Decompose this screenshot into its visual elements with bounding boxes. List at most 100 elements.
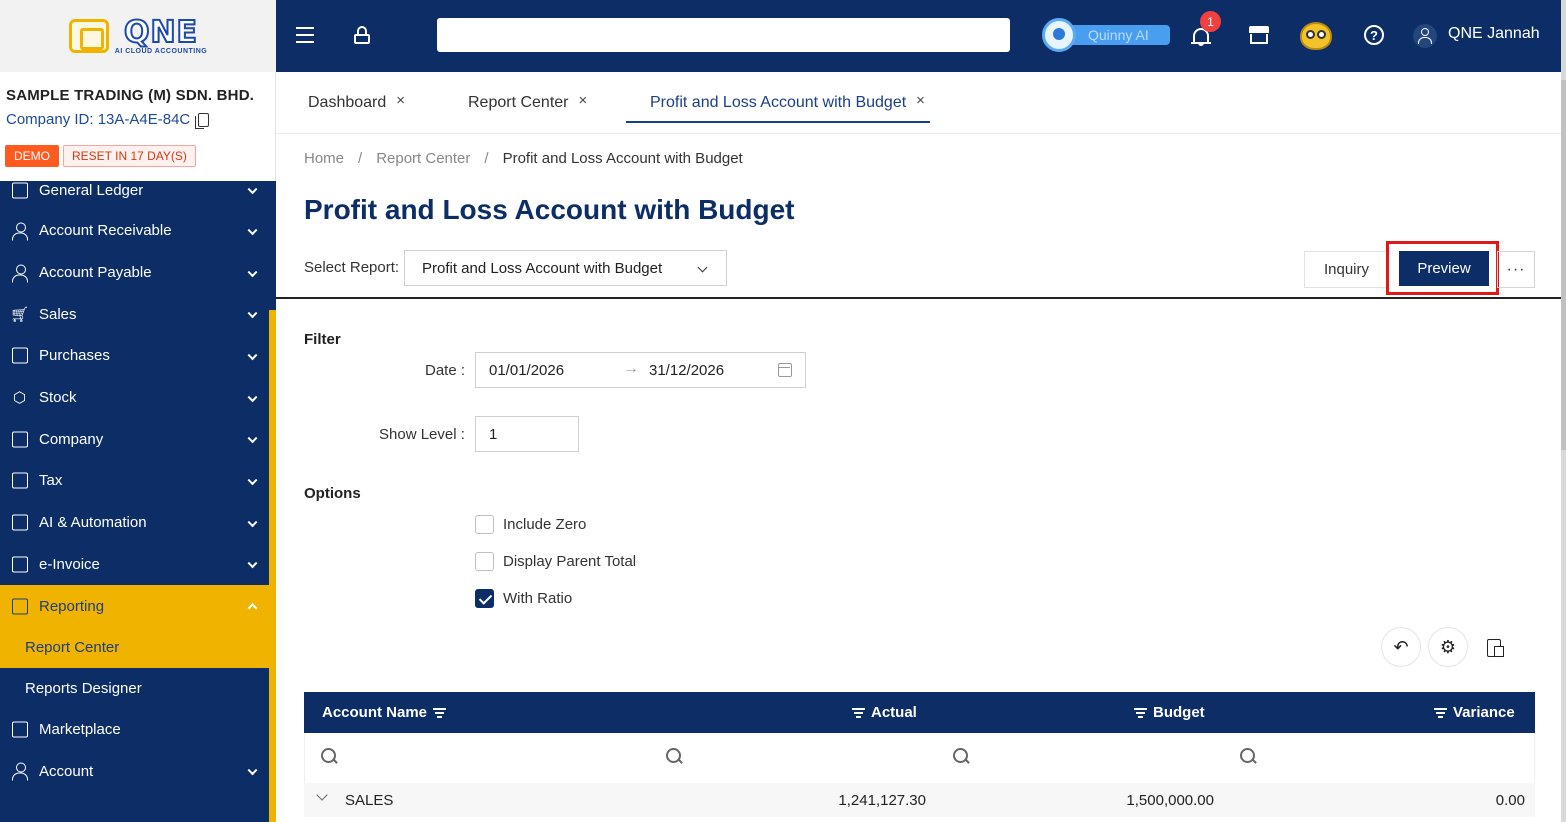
calendar-icon[interactable]: [778, 363, 792, 377]
tab-report-center[interactable]: Report Center ×: [468, 92, 588, 112]
search-icon[interactable]: [666, 748, 683, 765]
with-ratio-option[interactable]: With Ratio: [475, 589, 572, 608]
sidebar-nav: General Ledger Account Receivable Accoun…: [0, 170, 270, 792]
sidebar-item-stock[interactable]: ⬡ Stock: [0, 377, 270, 419]
include-zero-option[interactable]: Include Zero: [475, 515, 586, 534]
sidebar-item-tax[interactable]: Tax: [0, 460, 270, 502]
display-parent-total-checkbox[interactable]: [475, 552, 494, 571]
search-icon[interactable]: [1240, 748, 1257, 765]
close-icon[interactable]: ×: [396, 92, 405, 109]
sidebar-item-marketplace[interactable]: Marketplace: [0, 709, 270, 751]
sidebar-item-label: AI & Automation: [39, 514, 147, 532]
grid-search-row: [304, 733, 1535, 783]
date-range-picker[interactable]: 01/01/2026 → 31/12/2026: [475, 352, 806, 388]
breadcrumb-separator: /: [484, 150, 489, 167]
column-actual[interactable]: Actual: [852, 704, 917, 721]
filter-icon[interactable]: [1434, 707, 1447, 718]
sidebar-item-e-invoice[interactable]: e-Invoice: [0, 544, 270, 586]
inquiry-button[interactable]: Inquiry: [1304, 251, 1389, 288]
tab-dashboard[interactable]: Dashboard ×: [308, 92, 405, 112]
column-account-name[interactable]: Account Name: [322, 704, 447, 721]
sidebar-item-sales[interactable]: 🛒︎ Sales: [0, 293, 270, 335]
sidebar-scrollbar[interactable]: [269, 310, 276, 822]
search-icon[interactable]: [321, 748, 338, 765]
chevron-down-icon: [247, 308, 258, 319]
preview-button[interactable]: Preview: [1399, 251, 1489, 286]
actual-cell: 1,241,127.30: [838, 792, 926, 809]
sidebar-item-purchases[interactable]: Purchases: [0, 335, 270, 377]
lock-icon[interactable]: [354, 26, 370, 44]
close-icon[interactable]: ×: [916, 92, 925, 109]
close-icon[interactable]: ×: [579, 92, 588, 109]
show-level-input[interactable]: 1: [475, 416, 579, 452]
sidebar-item-account-payable[interactable]: Account Payable: [0, 252, 270, 294]
sidebar-item-account[interactable]: Account: [0, 751, 270, 793]
sidebar-item-label: Company: [39, 430, 104, 448]
store-icon: [10, 720, 29, 739]
sidebar-subitem-report-center[interactable]: Report Center: [0, 626, 270, 668]
select-report-label: Select Report:: [304, 259, 400, 276]
chart-icon: [10, 597, 29, 616]
user-name[interactable]: QNE Jannah: [1448, 25, 1540, 43]
quinny-ai-button[interactable]: Quinny AI: [1042, 17, 1170, 53]
global-search-input[interactable]: [437, 18, 1010, 52]
active-tab-indicator: [626, 121, 930, 123]
help-icon[interactable]: ?: [1364, 25, 1384, 45]
sidebar-item-account-receivable[interactable]: Account Receivable: [0, 210, 270, 252]
column-header-label: Budget: [1153, 704, 1205, 721]
sidebar-item-general-ledger[interactable]: General Ledger: [0, 170, 270, 210]
date-from[interactable]: 01/01/2026: [489, 362, 564, 379]
column-header-label: Account Name: [322, 704, 428, 721]
with-ratio-checkbox[interactable]: [475, 589, 494, 608]
page-scrollbar[interactable]: [1561, 0, 1566, 822]
table-row[interactable]: SALES 1,241,127.30 1,500,000.00 0.00: [304, 783, 1535, 817]
file-icon: [10, 555, 29, 574]
date-to[interactable]: 31/12/2026: [649, 362, 724, 379]
sidebar-item-reporting[interactable]: Reporting: [0, 585, 270, 627]
sidebar-item-label: Purchases: [39, 347, 110, 365]
chevron-down-icon[interactable]: [316, 789, 328, 801]
user-avatar-icon[interactable]: [1413, 24, 1437, 48]
variance-cell: 0.00: [1495, 792, 1525, 809]
column-header-label: Actual: [871, 704, 917, 721]
display-parent-total-option[interactable]: Display Parent Total: [475, 552, 636, 571]
logo-area[interactable]: QNE AI CLOUD ACCOUNTING: [0, 0, 276, 72]
menu-collapse-icon[interactable]: [296, 27, 314, 43]
sidebar-subitem-reports-designer[interactable]: Reports Designer: [0, 668, 270, 709]
breadcrumb-home[interactable]: Home: [304, 150, 344, 167]
sidebar-header: QNE AI CLOUD ACCOUNTING SAMPLE TRADING (…: [0, 0, 276, 181]
column-variance[interactable]: Variance: [1434, 704, 1515, 721]
chevron-down-icon: [247, 225, 258, 236]
search-icon[interactable]: [953, 748, 970, 765]
sidebar-item-label: Marketplace: [39, 721, 121, 739]
show-level-label: Show Level :: [379, 426, 465, 443]
sidebar-item-label: Reports Designer: [25, 679, 142, 697]
tab-profit-and-loss-budget[interactable]: Profit and Loss Account with Budget ×: [650, 92, 925, 112]
select-report-dropdown[interactable]: Profit and Loss Account with Budget: [404, 250, 727, 286]
filter-icon[interactable]: [433, 707, 447, 718]
arrow-right-icon: →: [623, 360, 639, 377]
mascot-icon[interactable]: [1296, 16, 1336, 54]
grid-header: Account Name Actual Budget Variance: [304, 692, 1535, 733]
breadcrumb-report-center[interactable]: Report Center: [376, 150, 470, 167]
sidebar-item-label: General Ledger: [39, 181, 144, 199]
more-options-button[interactable]: ···: [1497, 251, 1535, 288]
column-budget[interactable]: Budget: [1134, 704, 1205, 721]
quinny-ai-label: Quinny AI: [1088, 27, 1149, 43]
sidebar-item-label: Account Payable: [39, 264, 152, 282]
copy-icon[interactable]: [195, 112, 210, 129]
sidebar-item-company[interactable]: Company: [0, 418, 270, 460]
chevron-down-icon: [247, 765, 258, 776]
export-icon[interactable]: [1487, 639, 1504, 657]
settings-button[interactable]: ⚙: [1428, 627, 1468, 667]
store-icon[interactable]: [1249, 26, 1269, 44]
company-id-label: Company ID: 13A-A4E-84C: [6, 111, 191, 128]
undo-button[interactable]: ↶: [1381, 627, 1421, 667]
sidebar-item-ai-automation[interactable]: AI & Automation: [0, 502, 270, 544]
filter-icon[interactable]: [852, 707, 865, 718]
tab-label: Profit and Loss Account with Budget: [650, 94, 907, 111]
tab-label: Report Center: [468, 94, 569, 111]
filter-icon[interactable]: [1134, 707, 1147, 718]
include-zero-checkbox[interactable]: [475, 515, 494, 534]
payable-icon: [10, 263, 29, 283]
